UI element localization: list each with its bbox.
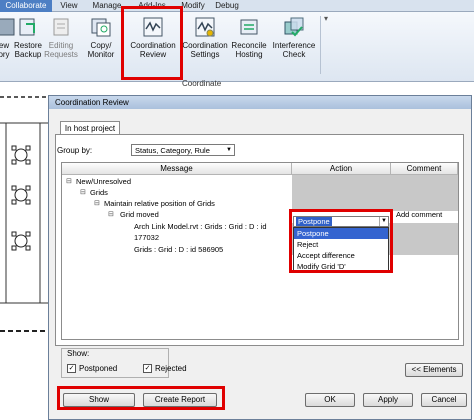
- restore-backup-button[interactable]: Restore Backup: [12, 14, 44, 74]
- message-grid: Message Action Comment ⊟ New/Unresolved …: [61, 162, 459, 340]
- tab-collaborate[interactable]: Collaborate: [0, 0, 52, 12]
- copy-monitor-label: Copy/ Monitor: [87, 41, 115, 59]
- tree-label: Arch Link Model.rvt : Grids : Grid : D :…: [134, 222, 267, 231]
- rejected-checkbox[interactable]: ✓: [143, 364, 152, 373]
- cancel-button[interactable]: Cancel: [421, 393, 467, 407]
- collapse-icon[interactable]: ⊟: [80, 188, 86, 196]
- drawing-canvas: [0, 83, 48, 420]
- ribbon-separator: [320, 16, 321, 74]
- tree-label: Grids: [90, 188, 108, 197]
- collapse-icon[interactable]: ⊟: [94, 199, 100, 207]
- group-by-select[interactable]: Status, Category, Rule ▼: [131, 144, 235, 156]
- action-dropdown-highlight: [289, 209, 393, 273]
- tree-row-host-element[interactable]: Grids : Grid : D : id 586905: [62, 245, 458, 255]
- show-label: Show:: [65, 349, 92, 358]
- column-header-comment[interactable]: Comment: [391, 163, 458, 175]
- tree-row-new-unresolved[interactable]: ⊟ New/Unresolved: [62, 177, 458, 187]
- editing-requests-icon: [53, 18, 69, 36]
- collapse-icon[interactable]: ⊟: [66, 177, 72, 185]
- tree-label: Grid moved: [120, 210, 159, 219]
- ok-button[interactable]: OK: [305, 393, 355, 407]
- column-header-message[interactable]: Message: [62, 163, 292, 175]
- collapse-icon[interactable]: ⊟: [108, 210, 114, 218]
- tree-label: Maintain relative position of Grids: [104, 199, 215, 208]
- coordination-settings-label: Coordination Settings: [182, 41, 228, 59]
- ribbon-panel: ew ory Restore Backup Editing Requests C…: [0, 12, 474, 88]
- coordination-review-dialog: Coordination Review In host project Grou…: [48, 95, 472, 420]
- apply-button[interactable]: Apply: [363, 393, 413, 407]
- group-by-value: Status, Category, Rule: [135, 146, 210, 155]
- coordination-settings-button[interactable]: Coordination Settings: [180, 14, 230, 74]
- tab-view[interactable]: View: [56, 0, 82, 12]
- interference-check-label: Interference Check: [272, 41, 316, 59]
- bottom-buttons-highlight: [57, 386, 225, 410]
- reconcile-hosting-button[interactable]: Reconcile Hosting: [230, 14, 268, 74]
- tree-row-rule[interactable]: ⊟ Maintain relative position of Grids: [62, 199, 458, 209]
- editing-requests-button[interactable]: Editing Requests: [44, 14, 78, 74]
- column-header-action[interactable]: Action: [292, 163, 391, 175]
- interference-check-button[interactable]: Interference Check: [270, 14, 318, 74]
- tree-label-id: 177032: [134, 233, 160, 242]
- rejected-label: Rejected: [155, 364, 187, 373]
- tree-row-grids[interactable]: ⊟ Grids: [62, 188, 458, 198]
- copy-monitor-icon: [91, 18, 111, 37]
- restore-backup-label: Restore Backup: [13, 41, 42, 59]
- editing-requests-label: Editing Requests: [44, 41, 78, 59]
- tab-in-host-project[interactable]: In host project: [60, 121, 120, 135]
- reconcile-hosting-icon: [240, 19, 258, 35]
- postponed-label: Postponed: [79, 364, 118, 373]
- tree-row-grid-moved[interactable]: ⊟ Grid moved Add comment: [62, 210, 458, 221]
- ribbon-tab-bar: Collaborate View Manage Add-Ins Modify D…: [0, 0, 474, 12]
- restore-backup-icon: [19, 18, 35, 36]
- copy-monitor-button[interactable]: Copy/ Monitor: [84, 14, 118, 74]
- coordination-settings-icon: [195, 17, 215, 37]
- coordinate-panel-title: Coordinate: [182, 79, 222, 88]
- add-comment-link[interactable]: Add comment: [396, 210, 442, 219]
- elements-button[interactable]: << Elements: [405, 363, 463, 377]
- tab-debug[interactable]: Debug: [212, 0, 242, 12]
- tree-label: Grids : Grid : D : id 586905: [134, 245, 224, 254]
- dialog-title: Coordination Review: [49, 96, 471, 109]
- group-by-label: Group by:: [57, 146, 93, 155]
- floor-plan-drawing: [0, 96, 48, 332]
- reconcile-hosting-label: Reconcile Hosting: [231, 41, 267, 59]
- coordination-review-highlight: [121, 6, 183, 80]
- interference-check-icon: [284, 17, 304, 37]
- chevron-down-icon: ▼: [226, 147, 232, 153]
- postponed-checkbox[interactable]: ✓: [67, 364, 76, 373]
- ribbon-more-icon[interactable]: ▾: [324, 14, 328, 23]
- tree-row-linked-element[interactable]: Arch Link Model.rvt : Grids : Grid : D :…: [62, 222, 458, 244]
- tree-label: New/Unresolved: [76, 177, 132, 186]
